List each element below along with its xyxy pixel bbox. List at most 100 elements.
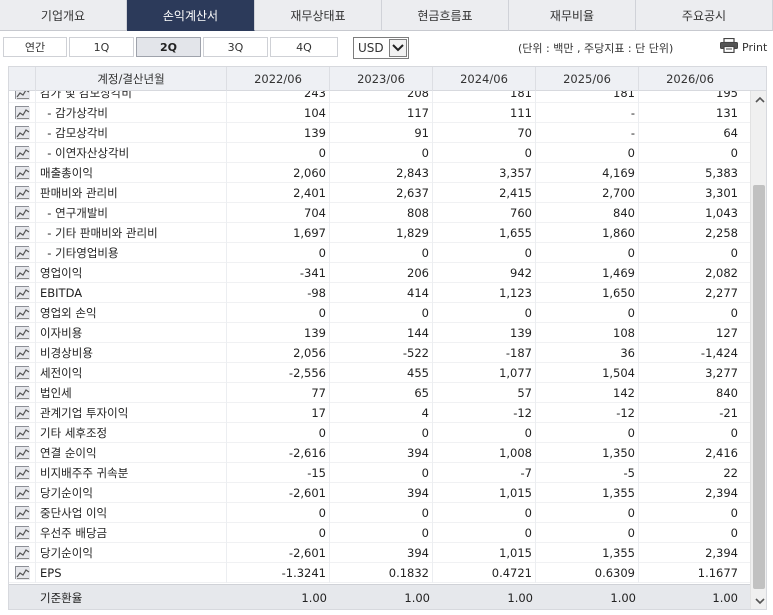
period-button[interactable]: 2Q [136,37,201,57]
value-cell: 1,355 [536,482,639,503]
period-button[interactable]: 3Q [203,37,268,57]
tab-3[interactable]: 현금흐름표 [382,0,509,31]
line-chart-icon[interactable] [15,486,30,500]
value-cell: -2,616 [227,442,330,463]
scrollbar-thumb[interactable] [753,185,765,589]
value-cell: 3,301 [705,185,738,200]
value-cell: 1,043 [705,205,738,220]
line-chart-icon[interactable] [15,306,30,320]
table-row: 관계기업 투자이익 17 4 -12 -12 -21 [9,402,750,423]
line-chart-icon[interactable] [15,566,30,580]
icon-cell [9,482,36,503]
print-button[interactable]: Print [720,37,768,56]
line-chart-icon[interactable] [15,326,30,340]
value-cell: 394 [330,442,433,463]
value-cell: 2,637 [330,182,433,203]
value-cell: 1,650 [536,282,639,303]
value-cell: 117 [330,102,433,123]
line-chart-icon[interactable] [15,91,30,100]
table-row: 우선주 배당금 0 0 0 0 0 [9,522,750,543]
value-cell: -341 [227,262,330,283]
value-cell: -12 [536,402,639,423]
footer-value: 1.00 [404,590,430,605]
line-chart-icon[interactable] [15,426,30,440]
line-chart-icon[interactable] [15,146,30,160]
line-chart-icon[interactable] [15,106,30,120]
tab-1[interactable]: 손익계산서 [127,0,255,31]
period-button[interactable]: 1Q [69,37,134,57]
value-cell: 181 [536,91,639,103]
value-cell: 4 [330,402,433,423]
value-cell: 2,277 [705,285,738,300]
value-cell: -98 [227,282,330,303]
line-chart-icon[interactable] [15,186,30,200]
line-chart-icon[interactable] [15,166,30,180]
table-body: 감가 및 감모상각비 243 208 181 181 195 - 감가상각비 104 117 1… [9,91,750,584]
value-cell: 144 [330,322,433,343]
line-chart-icon[interactable] [15,506,30,520]
value-cell: 91 [330,122,433,143]
account-name: 우선주 배당금 [36,522,227,543]
tab-5[interactable]: 주요공시 [636,0,773,31]
value-cell: 0 [227,522,330,543]
line-chart-icon[interactable] [15,226,30,240]
line-chart-icon[interactable] [15,406,30,420]
header-year: 2023/06 [330,67,433,91]
table-row: - 기타영업비용 0 0 0 0 0 [9,242,750,263]
table-row: 당기순이익 -2,601 394 1,015 1,355 2,394 [9,482,750,503]
value-cell: 0 [730,525,738,540]
table-row: - 감모상각비 139 91 70- 64 [9,122,750,143]
line-chart-icon[interactable] [15,546,30,560]
line-chart-icon[interactable] [15,446,30,460]
scroll-up-icon[interactable] [751,91,766,108]
account-name: 영업외 손익 [36,302,227,323]
value-cell: -5 [536,462,639,483]
line-chart-icon[interactable] [15,526,30,540]
value-cell: 108 [536,322,639,343]
value-cell: -15 [227,462,330,483]
value-cell: 455 [330,362,433,383]
period-button[interactable]: 4Q [270,37,338,57]
currency-select[interactable]: USD [353,37,409,59]
scroll-down-icon[interactable] [751,593,766,609]
value-cell: -12 [433,402,536,423]
line-chart-icon[interactable] [15,386,30,400]
line-chart-icon[interactable] [15,126,30,140]
table-row: 비경상비용 2,056 -522 -187 36 -1,424 [9,342,750,363]
line-chart-icon[interactable] [15,346,30,360]
period-button[interactable]: 연간 [3,37,67,57]
footer-value: 1.00 [712,590,738,605]
account-name: 법인세 [36,382,227,403]
vertical-scrollbar[interactable] [750,91,766,609]
tab-2[interactable]: 재무상태표 [255,0,382,31]
header-year: 2026/06 [666,72,714,86]
line-chart-icon[interactable] [15,286,30,300]
value-cell: 942 [433,262,536,283]
line-chart-icon[interactable] [15,266,30,280]
value-cell: -21 [719,405,738,420]
icon-cell [9,442,36,463]
table-row: 비지배주주 귀속분 -15 0 -7 -5 22 [9,462,750,483]
line-chart-icon[interactable] [15,246,30,260]
value-cell: 1,504 [536,362,639,383]
value-cell: 127 [716,325,738,340]
icon-cell [9,202,36,223]
value-cell: 808 [330,202,433,223]
icon-cell [9,362,36,383]
line-chart-icon[interactable] [15,206,30,220]
value-cell: - [536,102,639,123]
value-cell: 70 [433,122,536,143]
print-label: Print [742,40,768,54]
footer-icon-col [9,585,36,610]
value-cell: 1,697 [227,222,330,243]
icon-cell [9,222,36,243]
account-name: - 감모상각비 [36,122,227,143]
account-name: EPS [36,562,227,583]
icon-cell [9,302,36,323]
value-cell: 1.1677 [697,565,738,580]
tab-0[interactable]: 기업개요 [0,0,127,31]
tab-4[interactable]: 재무비율 [509,0,636,31]
line-chart-icon[interactable] [15,366,30,380]
line-chart-icon[interactable] [15,466,30,480]
value-cell: -2,556 [227,362,330,383]
